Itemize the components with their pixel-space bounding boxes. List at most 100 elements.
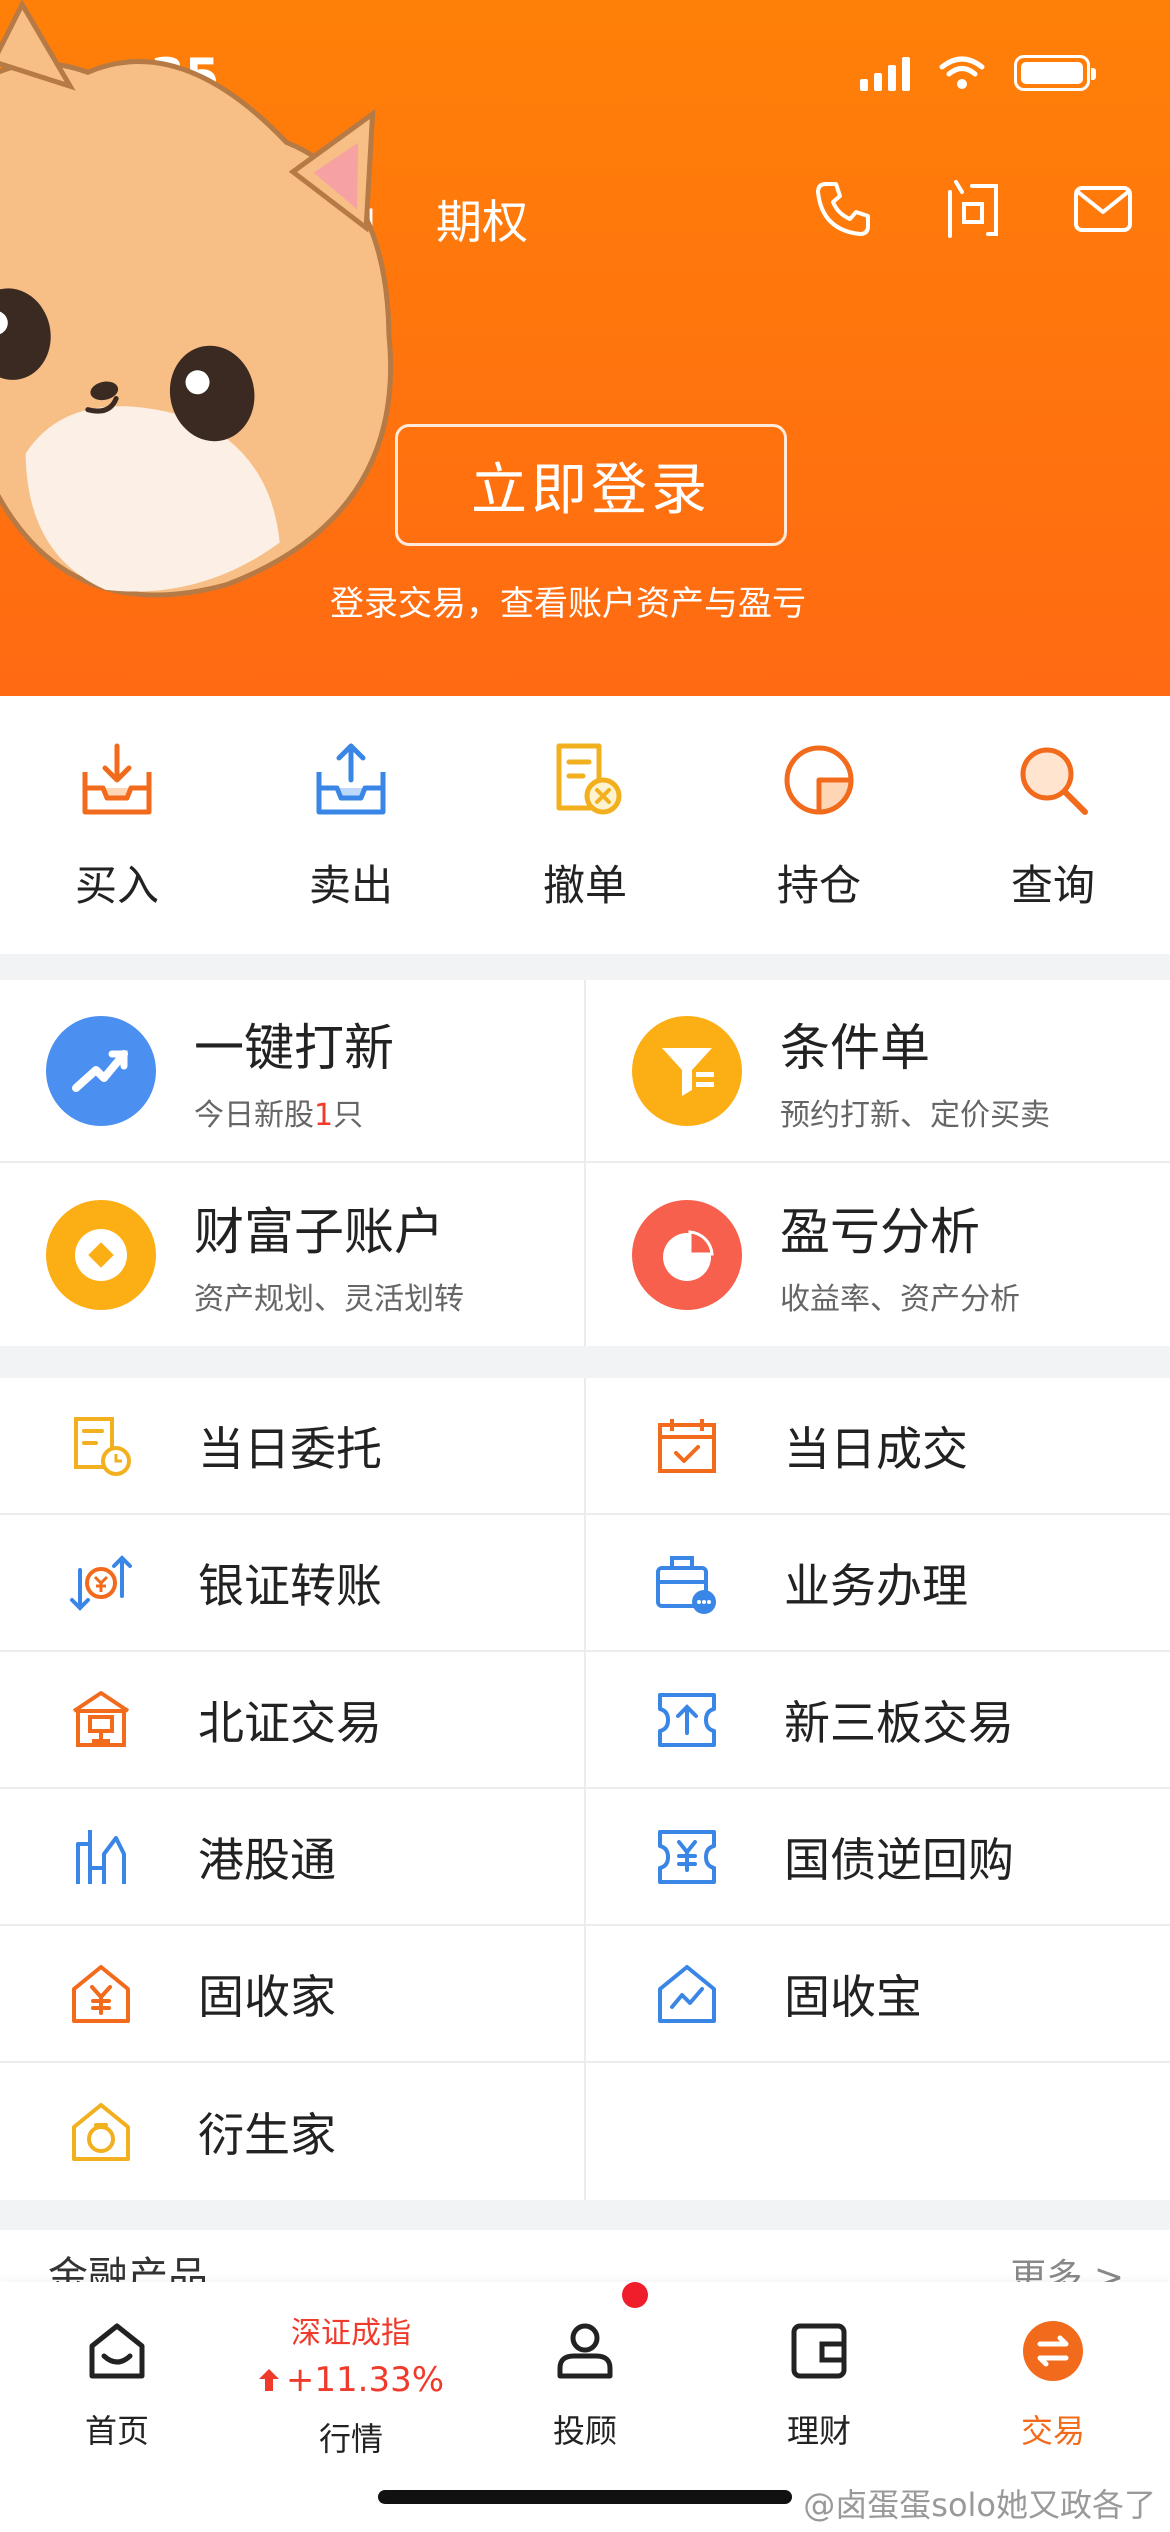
menu-label: 国债逆回购	[784, 1832, 1014, 1887]
cancel-order-icon	[556, 743, 622, 815]
bank-transfer-icon	[70, 1554, 132, 1611]
menu-label: 当日委托	[198, 1421, 382, 1476]
home-icon	[89, 2323, 145, 2379]
position-action[interactable]: 持仓	[702, 696, 936, 954]
pnl-analysis-icon	[632, 1199, 742, 1310]
feature-pnl-analysis[interactable]: 盈亏分析 收益率、资产分析	[586, 1163, 1170, 1346]
feature-subtitle: 资产规划、灵活划转	[194, 1281, 464, 1317]
feature-row: 财富子账户 资产规划、灵活划转 盈亏分析 收益率、资产分析	[0, 1163, 1170, 1346]
tab-trade[interactable]: 交易	[936, 2302, 1170, 2452]
feature-wealth-account[interactable]: 财富子账户 资产规划、灵活划转	[0, 1163, 586, 1346]
menu-label: 业务办理	[784, 1558, 968, 1613]
tab-wealth[interactable]: 理财	[702, 2302, 936, 2452]
menu-business[interactable]: 业务办理	[586, 1515, 1170, 1650]
menu-fixed-income-home[interactable]: 固收家	[0, 1926, 586, 2061]
trade-menu: 当日委托 当日成交 银证转账 业务办理 北证交易 新三板交易 港股通 国债逆回购…	[0, 1378, 1170, 2200]
buy-icon	[82, 743, 152, 815]
menu-today-deals[interactable]: 当日成交	[586, 1378, 1170, 1513]
menu-label: 新三板交易	[784, 1695, 1014, 1750]
menu-label: 北证交易	[198, 1695, 382, 1750]
market-index-value: +11.33%	[258, 2360, 444, 2400]
home-indicator	[378, 2490, 792, 2504]
advisor-icon	[557, 2323, 613, 2379]
bse-icon	[72, 1690, 130, 1747]
ask-icon[interactable]	[942, 178, 1004, 240]
tab-label: 首页	[84, 2412, 149, 2450]
menu-label: 当日成交	[784, 1421, 968, 1476]
tab-home[interactable]: 首页	[0, 2302, 234, 2452]
menu-repo[interactable]: 国债逆回购	[586, 1789, 1170, 1924]
tab-label: 行情	[318, 2420, 383, 2458]
query-action[interactable]: 查询	[936, 696, 1170, 954]
neeq-icon	[658, 1692, 716, 1747]
menu-derivatives[interactable]: 衍生家	[0, 2063, 586, 2200]
buy-label: 买入	[74, 861, 159, 910]
query-label: 查询	[1010, 861, 1095, 910]
financial-products-section: 金融产品 更多 >	[0, 2230, 1170, 2300]
tab-label: 交易	[1020, 2412, 1085, 2450]
feature-ipo[interactable]: 一键打新 今日新股1只	[0, 980, 586, 1161]
up-arrow-icon	[258, 2369, 279, 2391]
fixed-income-treasure-icon	[658, 1964, 716, 2023]
menu-label: 固收宝	[784, 1969, 922, 2024]
mail-icon[interactable]	[1072, 178, 1134, 240]
menu-neeq[interactable]: 新三板交易	[586, 1652, 1170, 1787]
today-deals-icon	[658, 1418, 716, 1473]
hk-connect-icon	[76, 1829, 126, 1884]
buy-action[interactable]: 买入	[0, 696, 234, 954]
sell-icon	[316, 743, 386, 815]
sell-action[interactable]: 卖出	[234, 696, 468, 954]
today-orders-icon	[74, 1416, 131, 1476]
feature-row: 一键打新 今日新股1只 条件单 预约打新、定价买卖	[0, 980, 1170, 1163]
feature-subtitle: 收益率、资产分析	[780, 1281, 1020, 1317]
ipo-icon	[46, 1015, 156, 1126]
tab-advisor[interactable]: 投顾	[468, 2302, 702, 2452]
feature-condition-order[interactable]: 条件单 预约打新、定价买卖	[586, 980, 1170, 1161]
tab-market[interactable]: 深证成指 +11.33% 行情	[234, 2302, 468, 2460]
trade-icon	[1023, 2321, 1083, 2381]
menu-empty-cell	[586, 2063, 1170, 2200]
feature-title: 一键打新	[194, 1018, 394, 1077]
status-indicators	[860, 55, 1096, 91]
market-index-name: 深证成指	[291, 2316, 411, 2351]
repo-icon	[658, 1829, 716, 1884]
feature-subtitle: 今日新股1只	[194, 1097, 364, 1133]
notification-badge	[622, 2282, 648, 2308]
header-actions	[812, 178, 1134, 240]
feature-title: 条件单	[780, 1018, 930, 1077]
cancel-order-label: 撤单	[542, 861, 627, 910]
position-label: 持仓	[776, 861, 861, 910]
search-icon	[1020, 747, 1088, 815]
tab-label: 理财	[786, 2412, 851, 2450]
menu-label: 衍生家	[198, 2107, 336, 2162]
feature-title: 盈亏分析	[780, 1202, 980, 1261]
feature-cards: 一键打新 今日新股1只 条件单 预约打新、定价买卖 财富子账户 资产规划、灵活划…	[0, 980, 1170, 1346]
condition-order-icon	[632, 1015, 742, 1126]
cancel-order-action[interactable]: 撤单	[468, 696, 702, 954]
sell-label: 卖出	[308, 861, 393, 910]
menu-bank-transfer[interactable]: 银证转账	[0, 1515, 586, 1650]
header: 35 融 期权 立即登录 登录交易，查看账户资产与盈亏	[0, 0, 1170, 696]
menu-today-orders[interactable]: 当日委托	[0, 1378, 586, 1513]
feature-subtitle: 预约打新、定价买卖	[780, 1097, 1050, 1133]
menu-label: 银证转账	[198, 1558, 382, 1613]
position-icon	[784, 745, 854, 815]
mascot-sticker	[0, 0, 394, 598]
menu-hk-connect[interactable]: 港股通	[0, 1789, 586, 1924]
menu-bse[interactable]: 北证交易	[0, 1652, 586, 1787]
fixed-income-home-icon	[72, 1964, 130, 2023]
menu-label: 港股通	[198, 1832, 336, 1887]
phone-icon[interactable]	[812, 178, 874, 240]
feature-title: 财富子账户	[194, 1202, 444, 1261]
business-icon	[656, 1555, 716, 1614]
menu-fixed-income-treasure[interactable]: 固收宝	[586, 1926, 1170, 2061]
wealth-account-icon	[46, 1199, 156, 1310]
battery-icon	[1014, 55, 1096, 91]
derivatives-icon	[72, 2102, 130, 2161]
watermark: @卤蛋蛋solo她又政各了	[803, 2486, 1156, 2524]
wallet-icon	[791, 2323, 847, 2379]
menu-label: 固收家	[198, 1969, 336, 2024]
tab-label: 投顾	[552, 2412, 617, 2450]
quick-actions: 买入 卖出 撤单 持仓 查询	[0, 696, 1170, 954]
wifi-icon	[939, 56, 985, 89]
